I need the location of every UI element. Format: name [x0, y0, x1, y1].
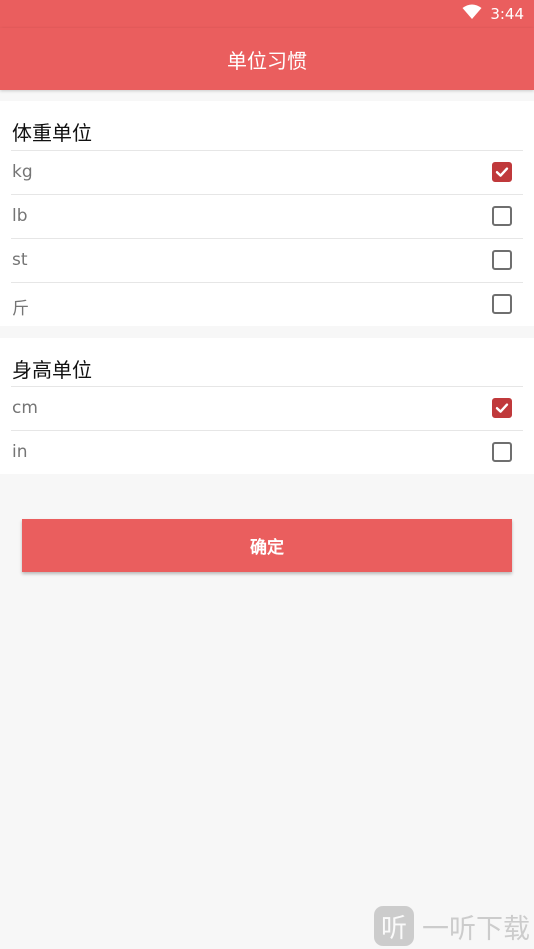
weight-unit-section: 体重单位 kg lb st 斤	[0, 101, 534, 326]
status-indicators: 3:44	[462, 4, 524, 24]
app-bar: 单位习惯	[0, 28, 534, 90]
checkbox[interactable]	[492, 294, 512, 314]
weight-option-st[interactable]: st	[11, 238, 523, 282]
watermark-text: 一听下载	[422, 913, 530, 945]
watermark: 听 一听下载	[374, 906, 530, 946]
wifi-icon	[462, 4, 482, 24]
option-label: kg	[12, 162, 33, 182]
option-label: in	[12, 442, 28, 462]
watermark-logo-icon: 听	[374, 906, 414, 946]
confirm-button[interactable]: 确定	[22, 519, 512, 572]
height-option-cm[interactable]: cm	[11, 386, 523, 430]
checkbox[interactable]	[492, 206, 512, 226]
status-bar: 3:44	[0, 0, 534, 28]
weight-unit-title: 体重单位	[12, 121, 92, 145]
checkbox[interactable]	[492, 250, 512, 270]
page-title: 单位习惯	[227, 49, 307, 73]
checkbox[interactable]	[492, 398, 512, 418]
checkmark-icon	[495, 403, 509, 413]
height-unit-section: 身高单位 cm in	[0, 338, 534, 474]
checkmark-icon	[495, 167, 509, 177]
height-unit-title: 身高单位	[12, 358, 92, 382]
weight-option-lb[interactable]: lb	[11, 194, 523, 238]
weight-option-kg[interactable]: kg	[11, 150, 523, 194]
checkbox[interactable]	[492, 162, 512, 182]
option-label: 斤	[12, 299, 29, 319]
option-label: lb	[12, 206, 28, 226]
weight-option-jin[interactable]: 斤	[11, 282, 523, 326]
checkbox[interactable]	[492, 442, 512, 462]
option-label: st	[12, 250, 28, 270]
height-option-in[interactable]: in	[11, 430, 523, 474]
status-time: 3:44	[490, 5, 524, 23]
option-label: cm	[12, 398, 38, 418]
